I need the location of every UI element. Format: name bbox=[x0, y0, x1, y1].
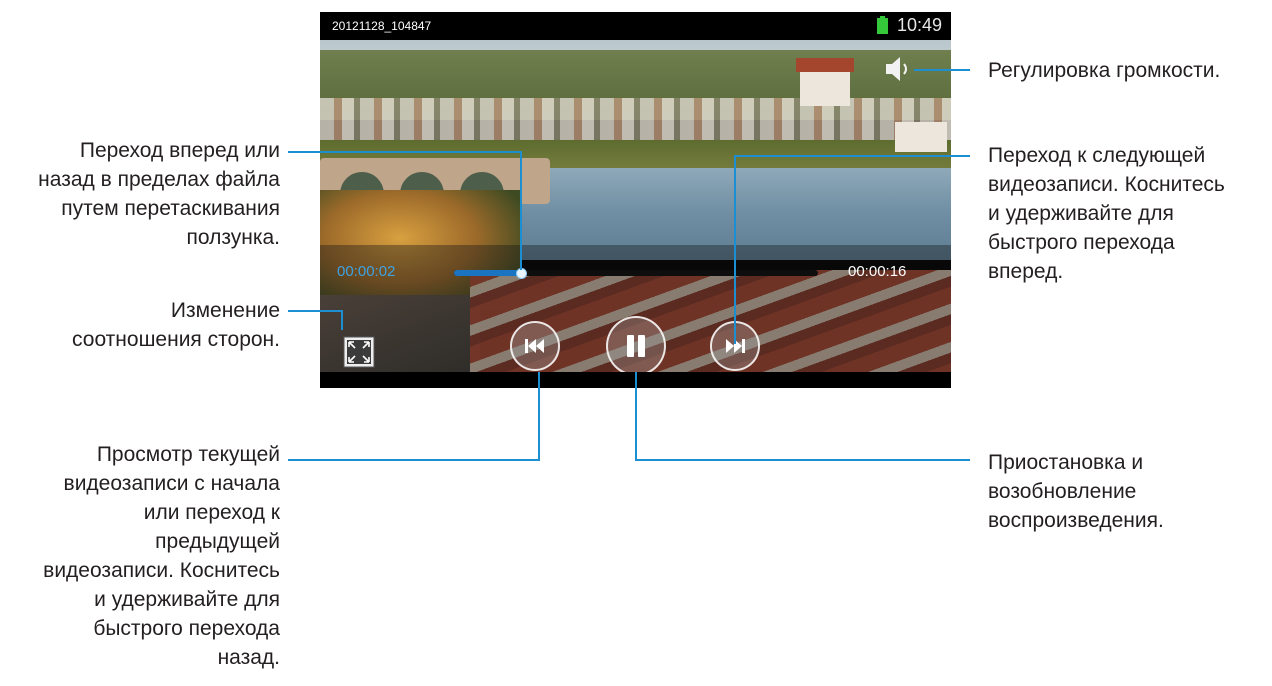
aspect-leader-line bbox=[288, 310, 343, 330]
leader-lines bbox=[288, 69, 970, 461]
pause-leader-line bbox=[635, 372, 970, 461]
previous-leader-line bbox=[288, 372, 540, 461]
next-leader-line bbox=[734, 155, 970, 344]
seek-leader-line bbox=[288, 151, 522, 270]
